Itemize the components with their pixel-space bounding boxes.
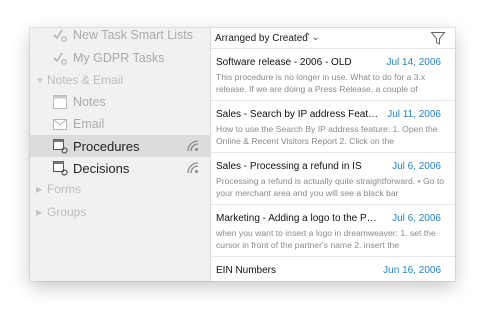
- app-window: New Task Smart Lists My GDPR Tasks ▼ Not…: [30, 28, 455, 281]
- sidebar-group-notes-email[interactable]: ▼ Notes & Email: [30, 69, 211, 91]
- sort-menu-button[interactable]: Arranged by Created: [215, 33, 308, 44]
- sidebar-item-label: Decisions: [73, 160, 130, 176]
- disclosure-collapsed-icon[interactable]: ▶: [36, 185, 42, 194]
- task-row[interactable]: Marketing - Adding a logo to the Par... …: [211, 206, 455, 257]
- filter-icon[interactable]: [431, 32, 445, 45]
- sidebar: New Task Smart Lists My GDPR Tasks ▼ Not…: [30, 28, 211, 281]
- task-preview: This procedure is no longer in use. What…: [216, 72, 426, 94]
- task-date: Jul 11, 2006: [387, 109, 441, 120]
- task-row[interactable]: EIN Numbers Jun 16, 2006: [211, 258, 455, 281]
- smart-list-icon: [53, 52, 67, 65]
- sidebar-group-groups[interactable]: ▶ Groups: [30, 201, 211, 223]
- task-date: Jul 6, 2006: [392, 213, 441, 224]
- sidebar-group-label: Groups: [47, 205, 87, 219]
- task-row[interactable]: Sales - Search by IP address Featur... J…: [211, 102, 455, 153]
- task-title: Sales - Search by IP address Featur...: [216, 109, 379, 120]
- list-header: Arranged by Created ⌃⌄: [211, 28, 455, 49]
- sidebar-item-label: My GDPR Tasks: [73, 51, 165, 65]
- sidebar-item-label: New Task Smart Lists: [73, 28, 193, 42]
- sidebar-item-notes[interactable]: Notes: [30, 91, 211, 113]
- note-icon: [53, 95, 67, 109]
- sidebar-item-procedures[interactable]: Procedures: [30, 135, 211, 157]
- task-row[interactable]: Sales - Processing a refund in IS Jul 6,…: [211, 154, 455, 205]
- task-preview: How to use the Search By IP address feat…: [216, 124, 438, 146]
- disclosure-expanded-icon[interactable]: ▼: [36, 76, 44, 85]
- procedure-icon: [53, 139, 68, 154]
- sidebar-group-forms[interactable]: ▶ Forms: [30, 178, 211, 200]
- sidebar-group-label: Notes & Email: [47, 73, 124, 87]
- sidebar-item-decisions[interactable]: Decisions: [30, 157, 211, 179]
- task-title: Software release - 2006 - OLD: [216, 57, 352, 68]
- sort-chevron-icon[interactable]: ⌃⌄: [303, 32, 320, 43]
- task-preview: Processing a refund is actually quite st…: [216, 176, 444, 198]
- smart-list-icon: [53, 29, 67, 42]
- task-title: Marketing - Adding a logo to the Par...: [216, 213, 379, 224]
- email-icon: [53, 119, 67, 130]
- task-date: Jul 14, 2006: [386, 57, 442, 68]
- sidebar-item-label: Procedures: [73, 138, 140, 154]
- sync-icon: [187, 162, 199, 174]
- sidebar-item-label: Notes: [73, 95, 106, 109]
- sidebar-item-new-task-smart-lists[interactable]: New Task Smart Lists: [30, 28, 211, 46]
- task-title: Sales - Processing a refund in IS: [216, 161, 362, 172]
- sidebar-item-my-gdpr-tasks[interactable]: My GDPR Tasks: [30, 47, 211, 69]
- task-preview: when you want to insert a logo in dreamw…: [216, 228, 436, 250]
- disclosure-collapsed-icon[interactable]: ▶: [36, 208, 42, 217]
- sync-icon: [187, 140, 199, 152]
- procedure-icon: [53, 161, 68, 176]
- task-date: Jun 16, 2006: [383, 265, 441, 276]
- sidebar-item-label: Email: [73, 117, 105, 131]
- task-list-pane: Arranged by Created ⌃⌄ Software release …: [211, 28, 455, 281]
- sidebar-item-email[interactable]: Email: [30, 113, 211, 135]
- sidebar-group-label: Forms: [47, 182, 81, 196]
- task-date: Jul 6, 2006: [392, 161, 441, 172]
- task-row[interactable]: Software release - 2006 - OLD Jul 14, 20…: [211, 50, 455, 101]
- task-title: EIN Numbers: [216, 265, 277, 276]
